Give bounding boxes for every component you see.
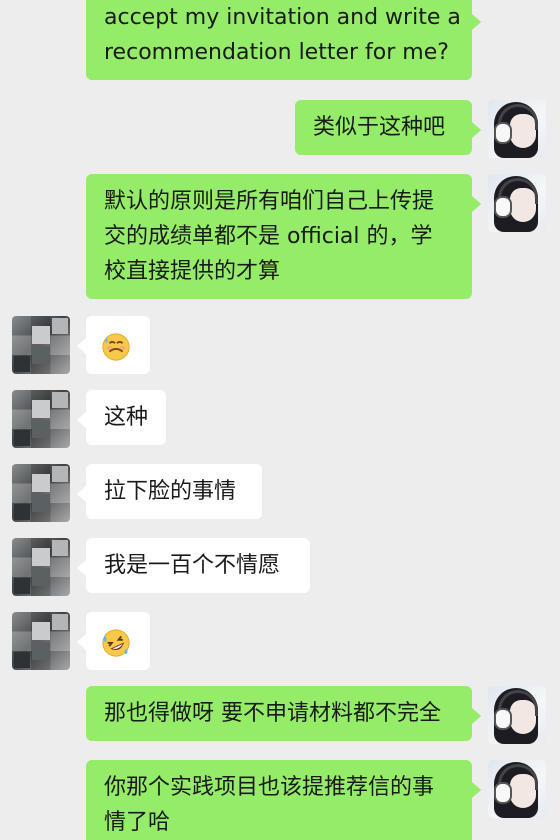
message-bubble-outgoing[interactable]: accept my invitation and write a recomme… bbox=[86, 0, 481, 80]
message-bubble-incoming[interactable] bbox=[77, 612, 150, 670]
message-text-line: 这种 bbox=[104, 405, 149, 430]
contact-avatar[interactable] bbox=[12, 390, 70, 448]
message-bubble-incoming[interactable]: 这种 bbox=[77, 390, 166, 445]
rolling-laughing-face-icon bbox=[102, 629, 130, 657]
message-text-line: 那也得做呀 要不申请材料都不完全 bbox=[104, 701, 441, 726]
message-bubble-outgoing[interactable]: 那也得做呀 要不申请材料都不完全 bbox=[86, 686, 481, 741]
message-text-line: 拉下脸的事情 bbox=[104, 479, 237, 504]
message-bubble-incoming[interactable]: 我是一百个不情愿 bbox=[77, 538, 310, 593]
self-avatar[interactable] bbox=[488, 174, 546, 232]
message-bubble-incoming[interactable]: 拉下脸的事情 bbox=[77, 464, 262, 519]
message-bubble-outgoing[interactable]: 类似于这种吧 bbox=[295, 100, 481, 155]
message-text-line: 我是一百个不情愿 bbox=[104, 553, 281, 578]
contact-avatar[interactable] bbox=[12, 538, 70, 596]
message-bubble-incoming[interactable] bbox=[77, 316, 150, 374]
contact-avatar[interactable] bbox=[12, 316, 70, 374]
contact-avatar[interactable] bbox=[12, 464, 70, 522]
message-text-line: 默认的原则是所有咱们自己上传提 bbox=[104, 189, 435, 214]
message-text-line: 你那个实践项目也该提推荐信的事 bbox=[104, 775, 435, 800]
self-avatar[interactable] bbox=[488, 760, 546, 818]
message-bubble-outgoing[interactable]: 默认的原则是所有咱们自己上传提 交的成绩单都不是 official 的，学 校直… bbox=[86, 174, 481, 299]
self-avatar[interactable] bbox=[488, 100, 546, 158]
chat-area[interactable]: accept my invitation and write a recomme… bbox=[0, 0, 560, 840]
message-text-line: 校直接提供的才算 bbox=[104, 259, 281, 284]
message-text-line: recommendation letter for me? bbox=[104, 40, 449, 65]
upside-down-sweat-face-icon bbox=[102, 333, 130, 361]
message-text-line: accept my invitation and write a bbox=[104, 5, 461, 30]
message-text-line: 情了哈 bbox=[104, 810, 171, 835]
contact-avatar[interactable] bbox=[12, 612, 70, 670]
message-text-line: 交的成绩单都不是 official 的，学 bbox=[104, 224, 433, 249]
message-text-line: 类似于这种吧 bbox=[313, 115, 446, 140]
self-avatar[interactable] bbox=[488, 686, 546, 744]
message-bubble-outgoing[interactable]: 你那个实践项目也该提推荐信的事 情了哈 bbox=[86, 760, 481, 840]
